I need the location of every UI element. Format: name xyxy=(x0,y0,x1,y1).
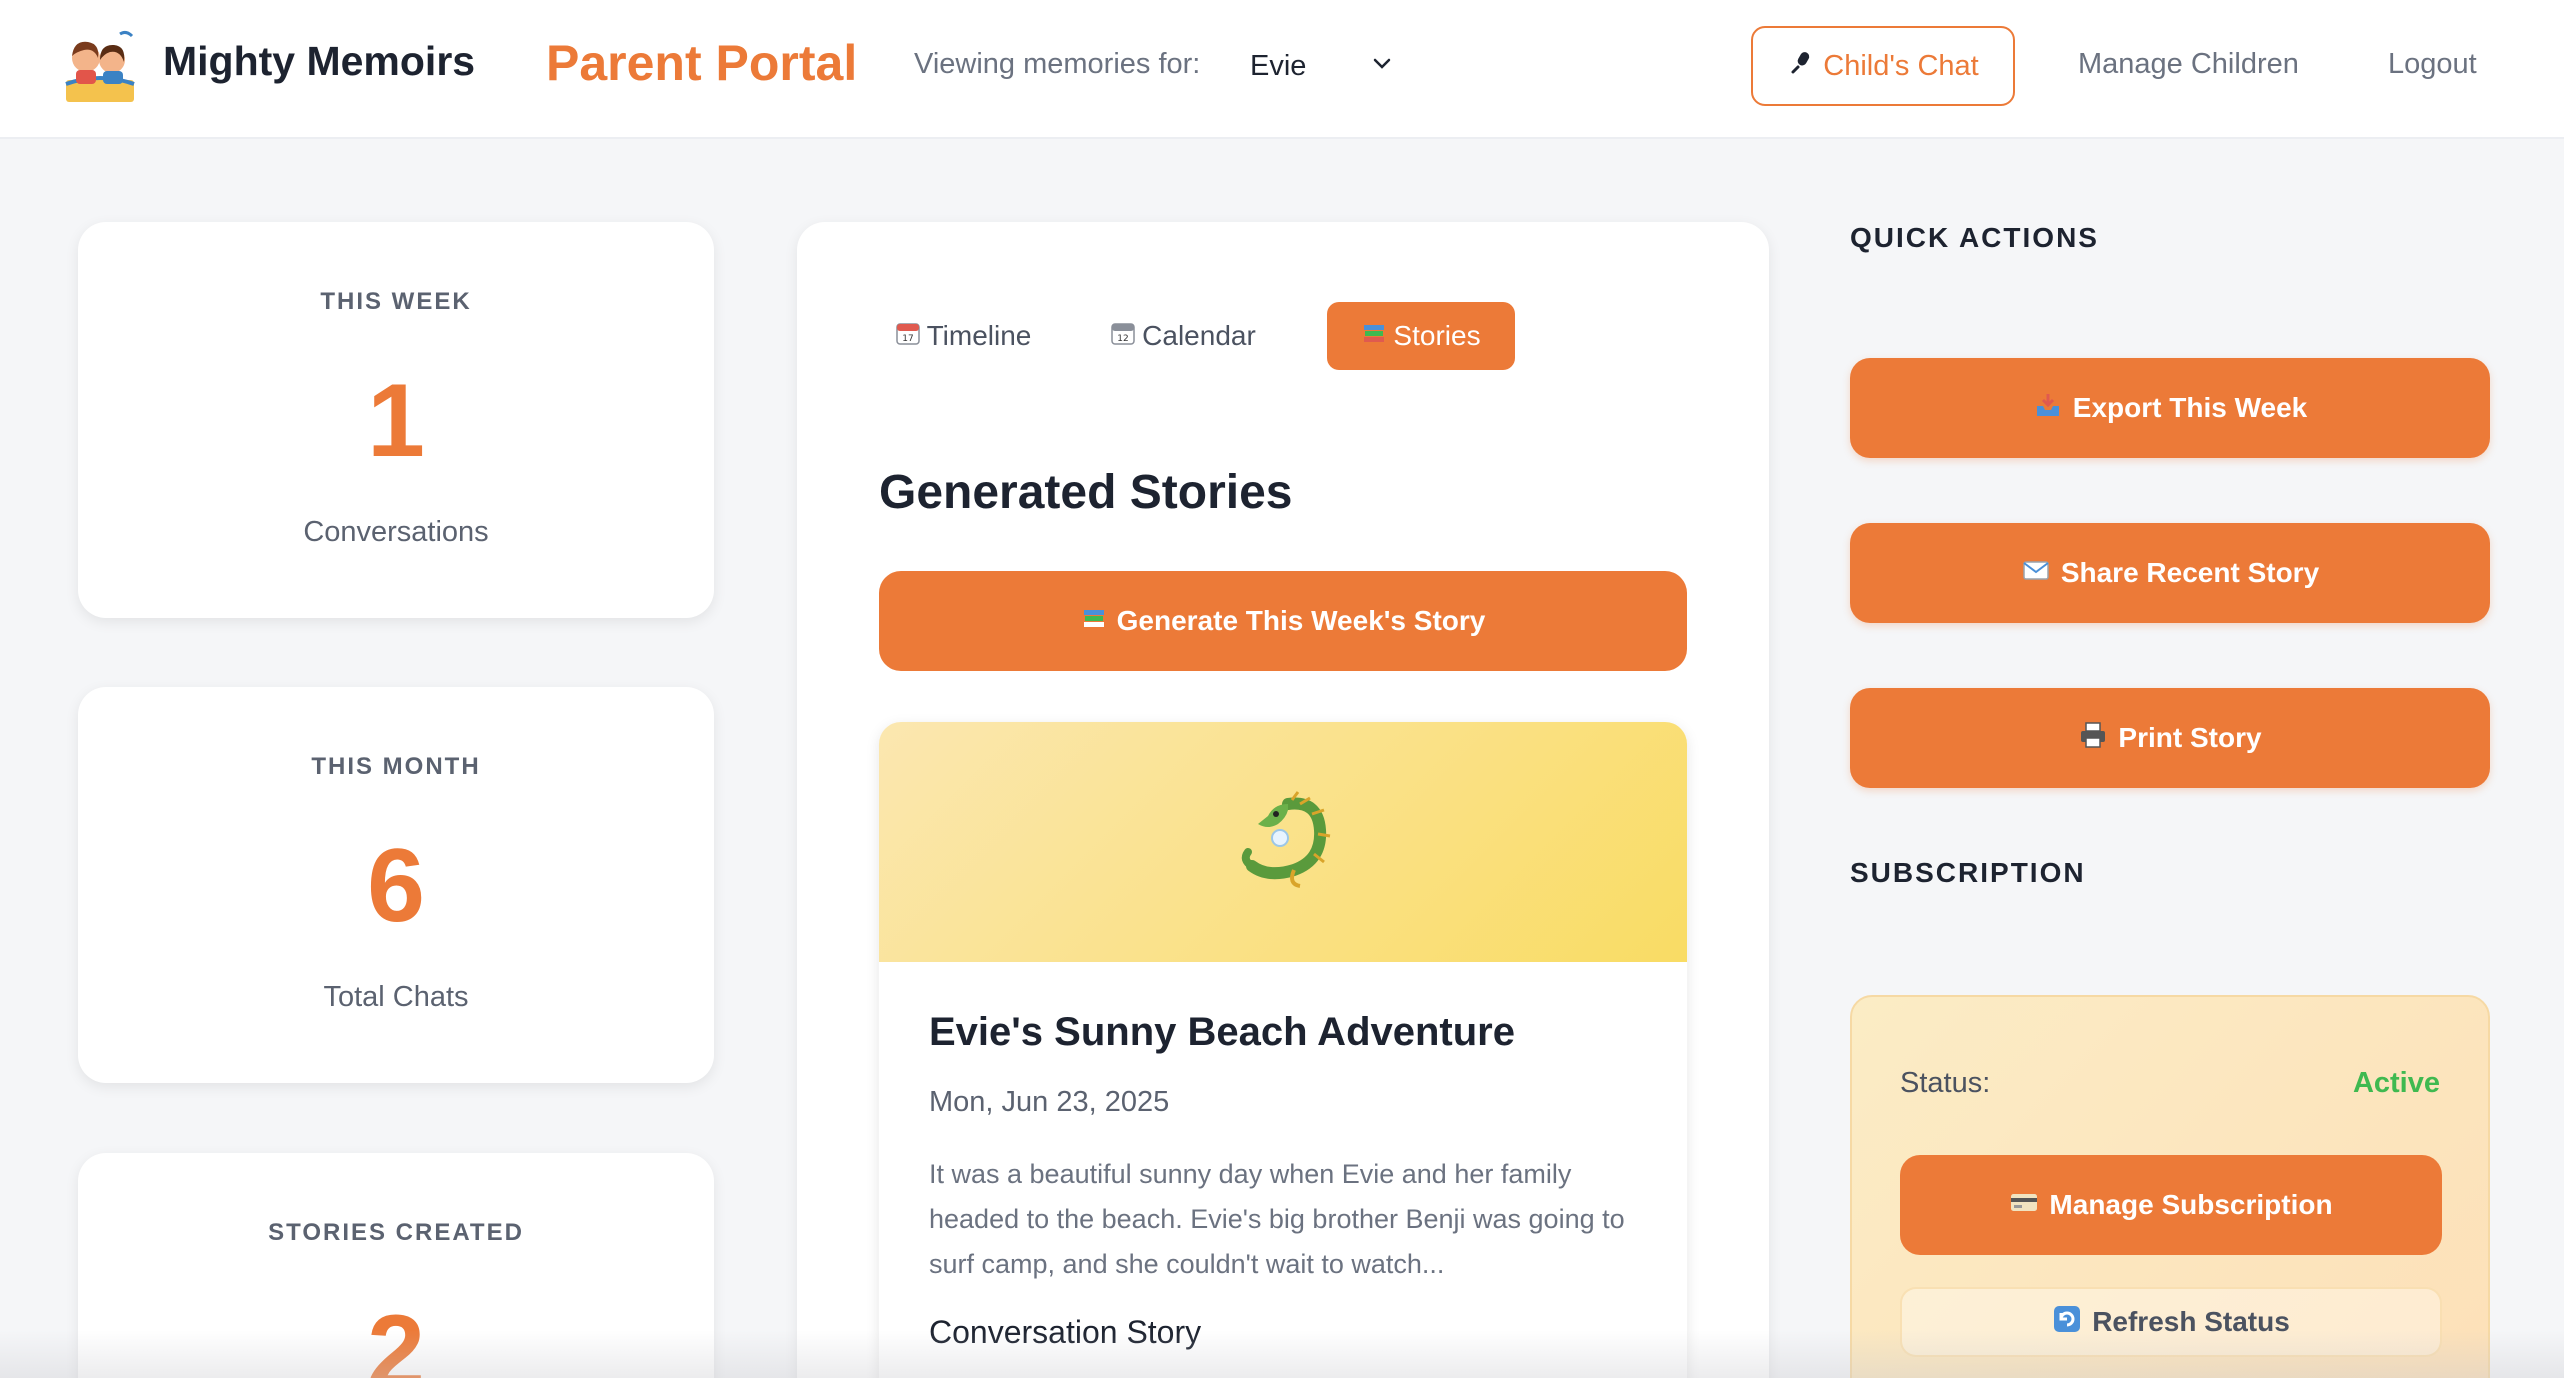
refresh-status-button[interactable]: Refresh Status xyxy=(1900,1287,2442,1357)
stat-label: THIS WEEK xyxy=(320,288,472,315)
stat-value: 6 xyxy=(367,828,425,944)
section-title: Generated Stories xyxy=(879,466,1293,519)
books-icon xyxy=(1081,605,1107,638)
manage-subscription-label: Manage Subscription xyxy=(2049,1189,2333,1220)
tab-stories[interactable]: Stories xyxy=(1327,302,1515,370)
tab-calendar[interactable]: 12 Calendar xyxy=(1093,302,1273,370)
print-story-label: Print Story xyxy=(2118,722,2262,753)
dragon-icon xyxy=(1228,790,1338,895)
inbox-tray-icon xyxy=(2033,390,2063,427)
stat-caption: Total Chats xyxy=(323,981,469,1013)
subscription-heading: SUBSCRIPTION xyxy=(1850,857,2086,888)
export-week-label: Export This Week xyxy=(2072,392,2308,423)
viewing-label: Viewing memories for: xyxy=(914,48,1201,80)
generate-story-button[interactable]: Generate This Week's Story xyxy=(879,571,1687,671)
stat-card-this-week: THIS WEEK 1 Conversations xyxy=(78,222,714,618)
print-story-button[interactable]: Print Story xyxy=(1850,688,2490,788)
manage-subscription-button[interactable]: Manage Subscription xyxy=(1900,1155,2442,1255)
tab-label: Timeline xyxy=(926,320,1032,351)
chevron-down-icon xyxy=(1368,50,1396,78)
selected-child: Evie xyxy=(1250,49,1307,82)
svg-text:17: 17 xyxy=(902,334,913,344)
subscription-card: Status: Active Manage Subscription Refre… xyxy=(1850,995,2490,1378)
logout-link[interactable]: Logout xyxy=(2388,48,2477,81)
credit-card-icon xyxy=(2009,1187,2039,1224)
childs-chat-button[interactable]: Child's Chat xyxy=(1751,26,2015,106)
kids-reading-logo-icon[interactable] xyxy=(60,28,140,108)
tab-label: Stories xyxy=(1393,320,1481,351)
story-type: Conversation Story xyxy=(929,1314,1202,1350)
printer-icon xyxy=(2078,720,2108,757)
export-week-button[interactable]: Export This Week xyxy=(1850,358,2490,458)
tab-timeline[interactable]: 17 Timeline xyxy=(879,302,1047,370)
email-icon xyxy=(2021,555,2051,592)
child-selector[interactable]: Evie xyxy=(1250,42,1400,90)
story-card[interactable]: Evie's Sunny Beach Adventure Mon, Jun 23… xyxy=(879,722,1687,1378)
calendar-icon: 12 xyxy=(1110,320,1136,353)
share-story-button[interactable]: Share Recent Story xyxy=(1850,523,2490,623)
manage-children-link[interactable]: Manage Children xyxy=(2078,48,2299,81)
calendar-icon: 17 xyxy=(895,320,921,353)
stat-card-this-month: THIS MONTH 6 Total Chats xyxy=(78,687,714,1083)
stat-label: THIS MONTH xyxy=(311,753,481,780)
brand-name[interactable]: Mighty Memoirs xyxy=(163,38,475,85)
top-header: Mighty Memoirs Parent Portal Viewing mem… xyxy=(0,0,2564,139)
books-icon xyxy=(1361,320,1387,353)
stat-label: STORIES CREATED xyxy=(268,1219,524,1246)
stat-value: 2 xyxy=(367,1294,425,1378)
refresh-status-label: Refresh Status xyxy=(2092,1306,2290,1337)
childs-chat-label: Child's Chat xyxy=(1823,49,1979,82)
quick-actions-heading: QUICK ACTIONS xyxy=(1850,222,2099,253)
story-date: Mon, Jun 23, 2025 xyxy=(929,1086,1170,1118)
subscription-status-label: Status: xyxy=(1900,1067,1991,1099)
stat-caption: Conversations xyxy=(303,516,489,548)
story-excerpt: It was a beautiful sunny day when Evie a… xyxy=(929,1159,1625,1279)
stories-panel: 17 Timeline 12 Calendar Stories Generate… xyxy=(797,222,1769,1378)
tab-label: Calendar xyxy=(1142,320,1256,351)
subscription-status-value: Active xyxy=(2352,1067,2440,1099)
share-story-label: Share Recent Story xyxy=(2060,557,2320,588)
generate-story-label: Generate This Week's Story xyxy=(1116,605,1486,636)
stat-card-stories-created: STORIES CREATED 2 xyxy=(78,1153,714,1378)
microphone-icon xyxy=(1787,48,1815,84)
svg-text:12: 12 xyxy=(1117,334,1128,344)
portal-title: Parent Portal xyxy=(546,35,858,91)
stat-value: 1 xyxy=(367,363,425,479)
refresh-icon xyxy=(2052,1304,2082,1341)
story-banner xyxy=(879,722,1687,962)
story-title[interactable]: Evie's Sunny Beach Adventure xyxy=(929,1010,1515,1055)
